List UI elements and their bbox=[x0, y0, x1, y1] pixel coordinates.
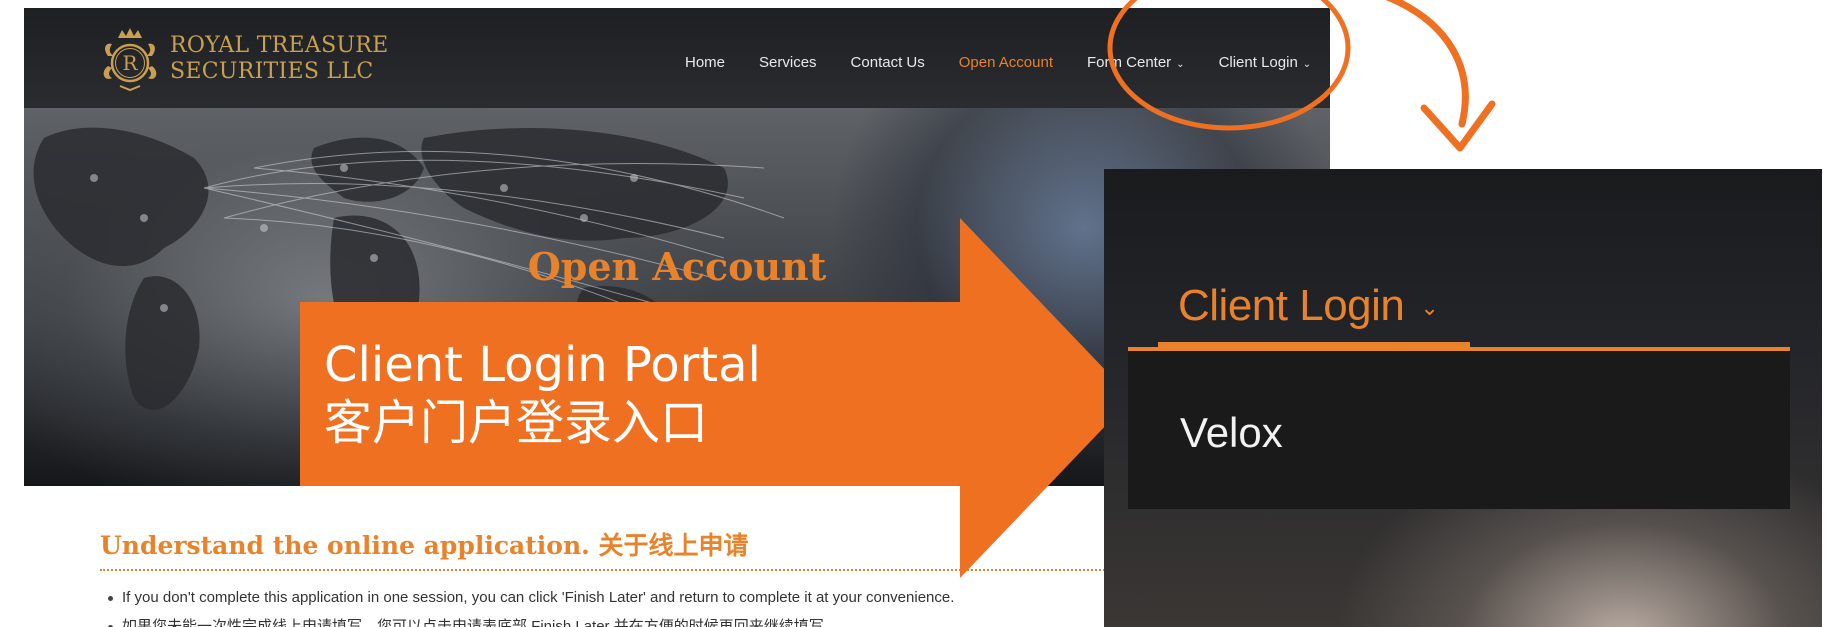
inset-client-login-menu[interactable]: Client Login ⌄ bbox=[1178, 281, 1439, 331]
nav-services[interactable]: Services bbox=[742, 54, 834, 71]
curved-arrow-icon bbox=[1385, 0, 1469, 128]
brand-logo[interactable]: R ROYAL TREASURE SECURITIES LLC bbox=[98, 26, 389, 92]
nav-open-account-label: Open Account bbox=[958, 54, 1053, 71]
inset-client-login-label: Client Login bbox=[1178, 281, 1405, 330]
brand-name: ROYAL TREASURE SECURITIES LLC bbox=[170, 33, 389, 85]
chevron-down-icon: ⌄ bbox=[1176, 59, 1185, 70]
brand-name-line2: SECURITIES LLC bbox=[170, 59, 374, 84]
chevron-down-icon: ⌄ bbox=[1420, 295, 1439, 321]
list-item-text: 如果您未能一次性完成线上申请填写，您可以点击申请表底部 Finish Later… bbox=[122, 618, 839, 627]
list-item: 如果您未能一次性完成线上申请填写，您可以点击申请表底部 Finish Later… bbox=[108, 615, 839, 627]
list-item: If you don't complete this application i… bbox=[108, 589, 954, 606]
chevron-down-icon: ⌄ bbox=[1302, 59, 1312, 70]
site-header: R ROYAL TREASURE SECURITIES LLC Home Ser… bbox=[24, 8, 1330, 108]
callout-line-english: Client Login Portal bbox=[324, 337, 761, 393]
dropdown-item-velox[interactable]: Velox bbox=[1180, 409, 1283, 457]
brand-name-line1: ROYAL TREASURE bbox=[170, 33, 389, 58]
arrow-head-icon bbox=[1420, 100, 1496, 152]
nav-client-login[interactable]: Client Login ⌄ bbox=[1202, 54, 1329, 71]
nav-client-login-label: Client Login bbox=[1218, 54, 1298, 71]
callout-line-chinese: 客户门户登录入口 bbox=[324, 395, 709, 451]
bullet-icon bbox=[108, 595, 113, 601]
emblem-letter: R bbox=[122, 51, 138, 75]
nav-form-center[interactable]: Form Center ⌄ bbox=[1070, 54, 1202, 71]
nav-home[interactable]: Home bbox=[668, 54, 742, 71]
nav-contact-us[interactable]: Contact Us bbox=[834, 54, 942, 71]
zoomed-inset: Client Login ⌄ Velox bbox=[1104, 169, 1822, 627]
nav-home-label: Home bbox=[685, 54, 726, 71]
main-nav: Home Services Contact Us Open Account Fo… bbox=[668, 54, 1328, 71]
client-login-dropdown: Velox bbox=[1128, 347, 1790, 509]
nav-form-center-label: Form Center bbox=[1086, 54, 1172, 71]
nav-services-label: Services bbox=[759, 54, 817, 71]
list-item-text: If you don't complete this application i… bbox=[122, 589, 955, 606]
nav-contact-us-label: Contact Us bbox=[850, 54, 925, 71]
callout-label: Client Login Portal 客户门户登录入口 bbox=[324, 336, 761, 452]
crown-crest-icon: R bbox=[103, 28, 157, 92]
nav-open-account[interactable]: Open Account bbox=[942, 54, 1070, 71]
